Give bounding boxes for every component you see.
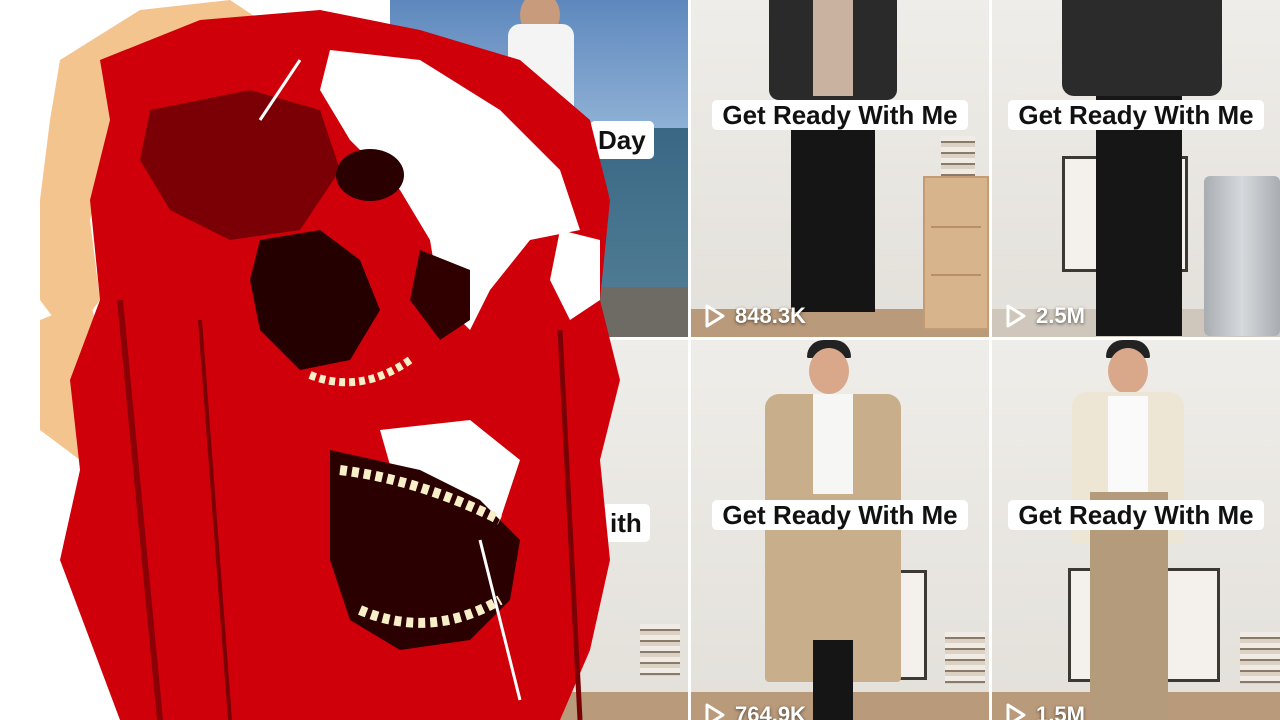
video-caption: Get Ready With Me xyxy=(992,496,1280,534)
books xyxy=(941,136,975,176)
view-count: 764.9K xyxy=(703,702,806,720)
video-tile[interactable]: Get Ready With Me 764.9K xyxy=(691,340,989,720)
books xyxy=(1240,632,1280,684)
play-icon xyxy=(1006,703,1026,720)
glitch-skull-graphic xyxy=(0,0,640,720)
video-tile[interactable]: Get Ready With Me 2.5M xyxy=(992,0,1280,337)
skull-illustration xyxy=(40,0,620,720)
video-caption: Get Ready With Me xyxy=(691,496,989,534)
play-icon xyxy=(705,703,725,720)
video-caption: Get Ready With Me xyxy=(992,96,1280,134)
play-icon xyxy=(1006,304,1026,328)
video-caption: Get Ready With Me xyxy=(691,96,989,134)
dresser xyxy=(923,176,989,330)
view-count: 1.5M xyxy=(1004,702,1085,720)
books xyxy=(640,624,680,676)
view-count: 848.3K xyxy=(703,303,806,329)
video-tile[interactable]: Get Ready With Me 848.3K xyxy=(691,0,989,337)
video-tile[interactable]: Get Ready With Me 1.5M xyxy=(992,340,1280,720)
books xyxy=(945,632,985,684)
play-icon xyxy=(705,304,725,328)
view-count: 2.5M xyxy=(1004,303,1085,329)
suitcase xyxy=(1204,176,1280,336)
